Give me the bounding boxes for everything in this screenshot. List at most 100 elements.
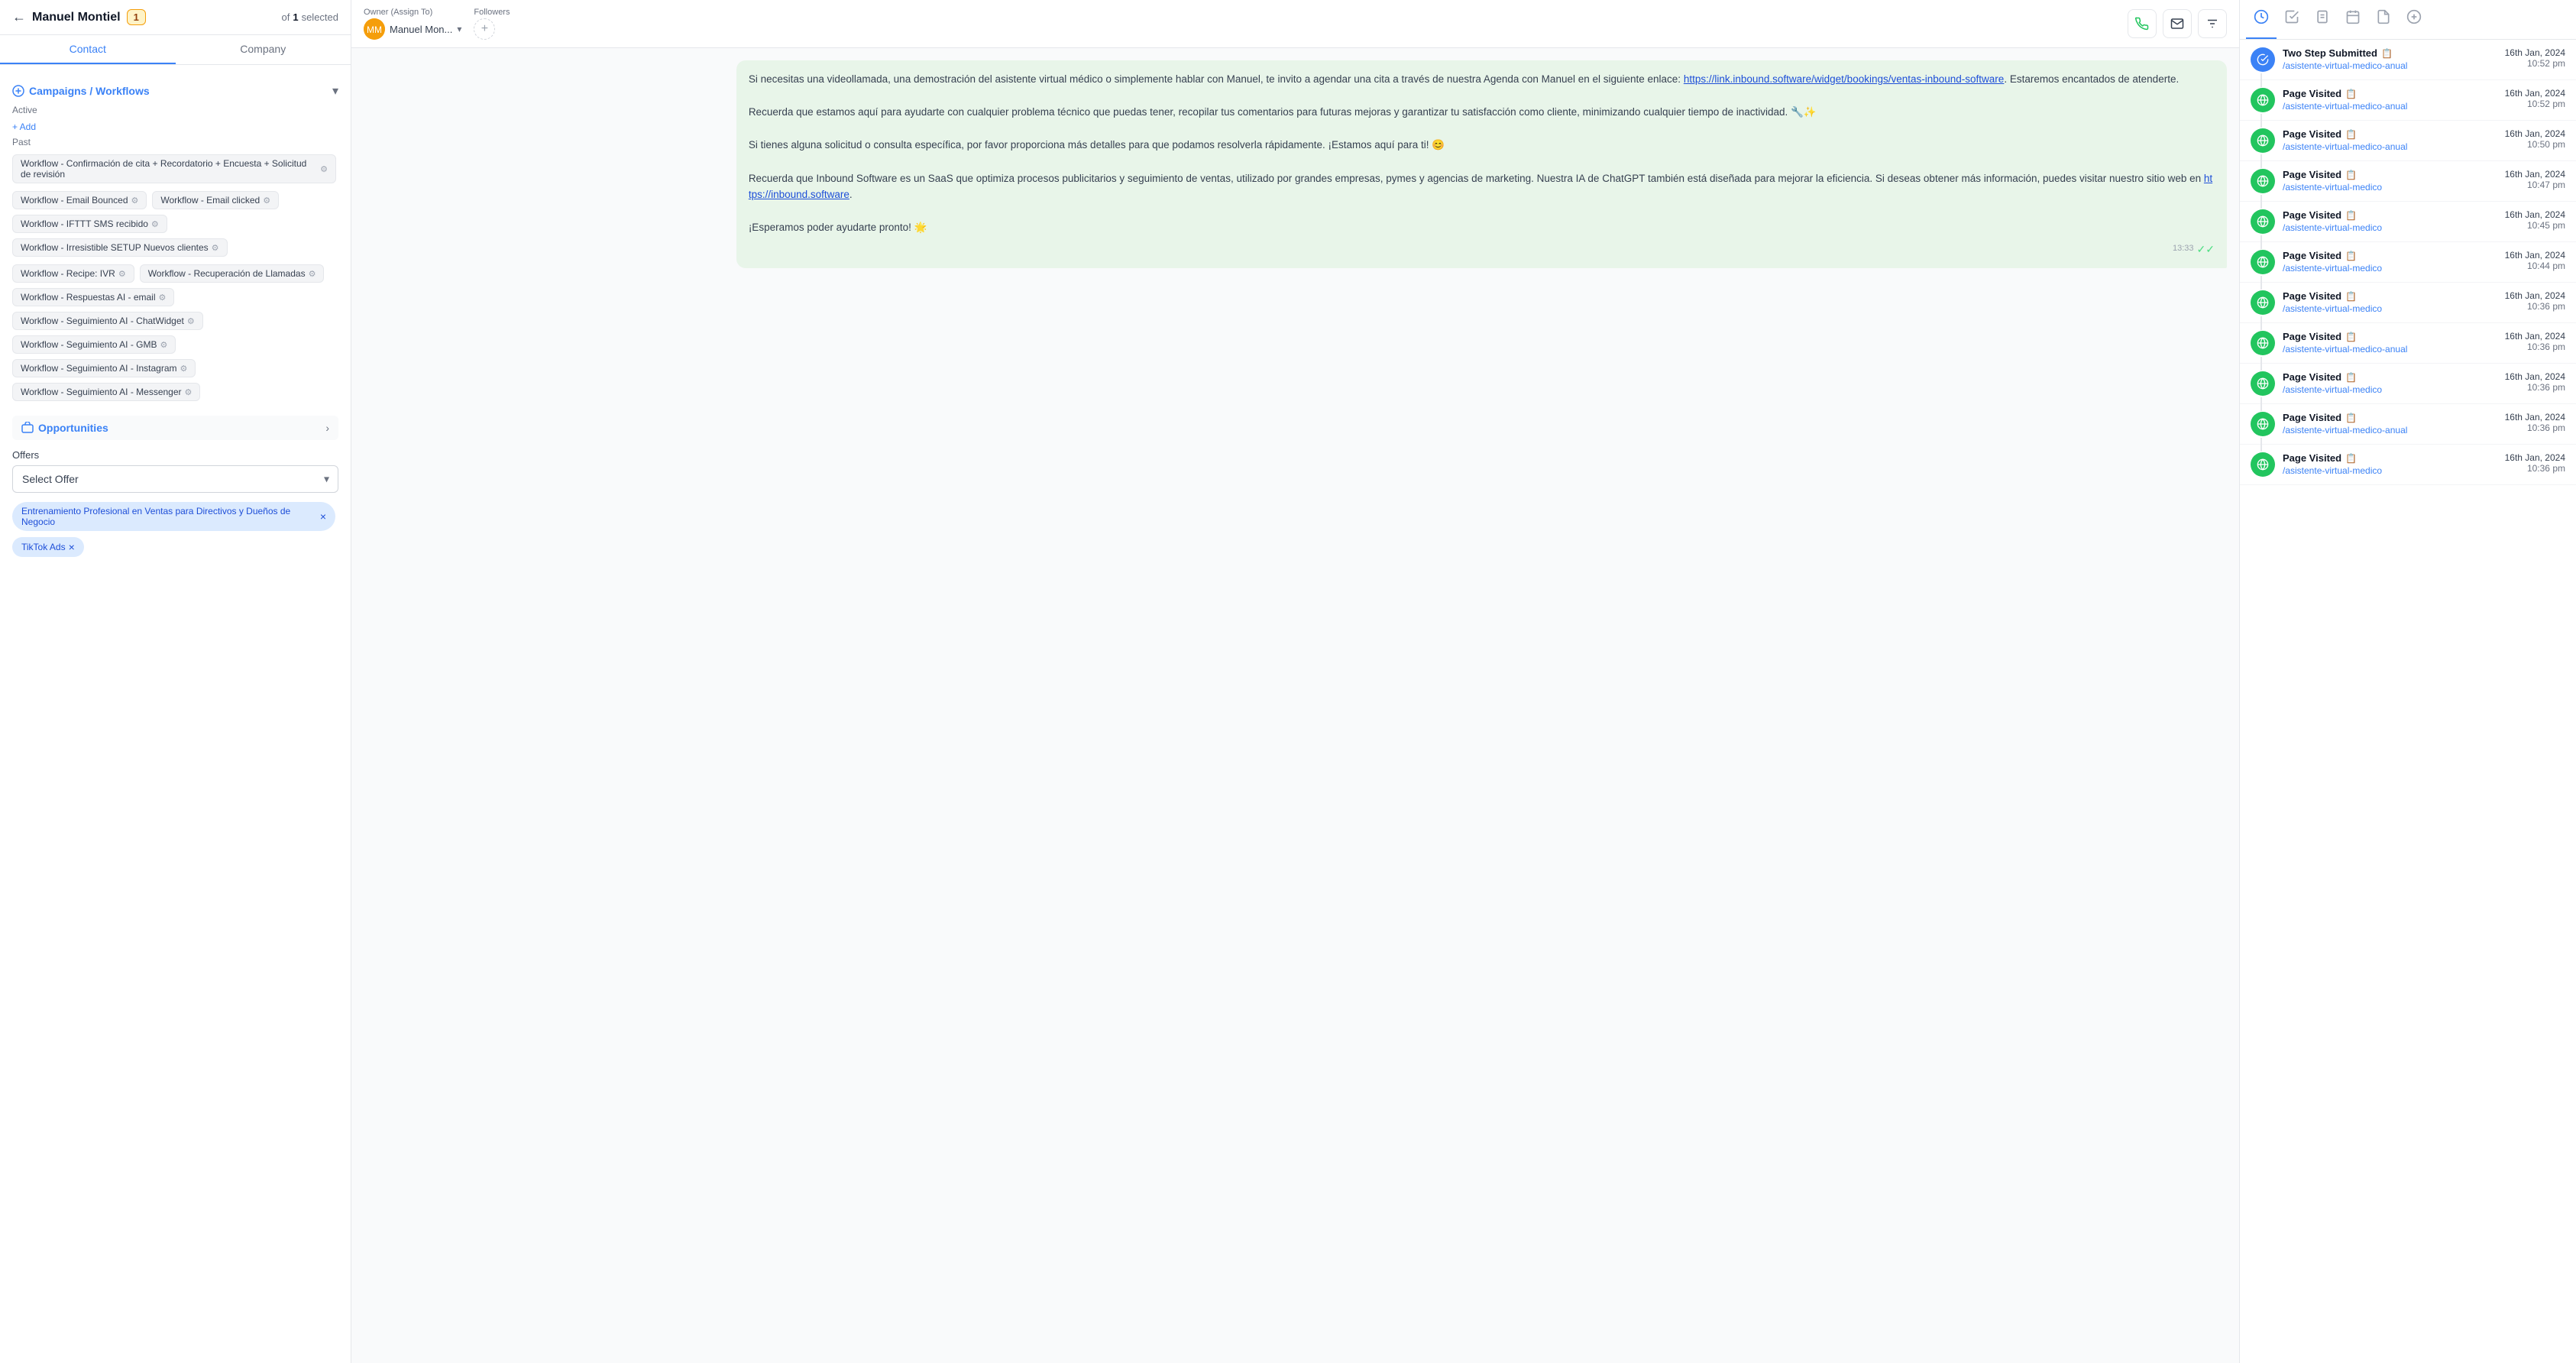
chat-para-2: Recuerda que estamos aquí para ayudarte … xyxy=(749,104,2215,121)
tab-company[interactable]: Company xyxy=(176,35,351,64)
phone-button[interactable] xyxy=(2128,9,2157,38)
chat-link-1[interactable]: https://link.inbound.software/widget/boo… xyxy=(1684,73,2005,85)
contact-name: Manuel Montiel xyxy=(32,11,121,24)
workflow-tag-7[interactable]: Workflow - Respuestas AI - email ⚙ xyxy=(12,288,174,306)
workflow-icon-1: ⚙ xyxy=(131,196,139,206)
activity-content-10: Page Visited 📋 /asistente-virtual-medico xyxy=(2283,452,2497,476)
activity-icon xyxy=(2254,9,2269,24)
workflow-icon-10: ⚙ xyxy=(180,364,188,374)
workflow-tag-4[interactable]: Workflow - Irresistible SETUP Nuevos cli… xyxy=(12,238,228,257)
opportunities-section: Opportunities › Offers Select Offer ▾ En… xyxy=(12,416,338,560)
clip-icon-8: 📋 xyxy=(2345,372,2357,383)
chat-link-2[interactable]: https://inbound.software xyxy=(749,173,2212,201)
activity-date-1: 16th Jan, 2024 xyxy=(2505,88,2565,99)
activity-link-7[interactable]: /asistente-virtual-medico-anual xyxy=(2283,344,2497,355)
activity-icon-1 xyxy=(2251,88,2275,112)
page-visited-icon xyxy=(2257,377,2269,390)
offer-tag-1: TikTok Ads × xyxy=(12,537,84,557)
owner-avatar: MM xyxy=(364,18,385,40)
activity-link-9[interactable]: /asistente-virtual-medico-anual xyxy=(2283,425,2497,435)
page-visited-icon xyxy=(2257,458,2269,471)
activity-link-10[interactable]: /asistente-virtual-medico xyxy=(2283,465,2497,476)
activity-content-4: Page Visited 📋 /asistente-virtual-medico xyxy=(2283,209,2497,233)
activity-link-8[interactable]: /asistente-virtual-medico xyxy=(2283,384,2497,395)
workflow-tag-8[interactable]: Workflow - Seguimiento AI - ChatWidget ⚙ xyxy=(12,312,203,330)
page-visited-icon xyxy=(2257,296,2269,309)
page-visited-icon xyxy=(2257,175,2269,187)
workflow-tag-5[interactable]: Workflow - Recipe: IVR ⚙ xyxy=(12,264,134,283)
opportunities-header[interactable]: Opportunities › xyxy=(12,416,338,440)
select-offer[interactable]: Select Offer xyxy=(12,465,338,493)
clip-icon-5: 📋 xyxy=(2345,251,2357,261)
tab-activity[interactable] xyxy=(2246,0,2277,39)
activity-link-6[interactable]: /asistente-virtual-medico xyxy=(2283,303,2497,314)
activity-time-8: 10:36 pm xyxy=(2505,382,2565,393)
workflow-tag-9[interactable]: Workflow - Seguimiento AI - GMB ⚙ xyxy=(12,335,176,354)
workflow-tag-2[interactable]: Workflow - Email clicked ⚙ xyxy=(152,191,279,209)
activity-time-7: 10:36 pm xyxy=(2505,342,2565,352)
workflow-tag-6[interactable]: Workflow - Recuperación de Llamadas ⚙ xyxy=(140,264,325,283)
workflow-icon-2: ⚙ xyxy=(263,196,270,206)
activity-meta-9: 16th Jan, 2024 10:36 pm xyxy=(2505,412,2565,433)
billing-icon xyxy=(2406,9,2422,24)
activity-list: Two Step Submitted 📋 /asistente-virtual-… xyxy=(2240,40,2576,1363)
tab-billing[interactable] xyxy=(2399,0,2429,39)
workflow-tag-0[interactable]: Workflow - Confirmación de cita + Record… xyxy=(12,154,336,183)
tab-contact[interactable]: Contact xyxy=(0,35,176,64)
activity-item-3: Page Visited 📋 /asistente-virtual-medico… xyxy=(2240,161,2576,202)
remove-offer-0[interactable]: × xyxy=(320,510,326,523)
workflow-tag-1[interactable]: Workflow - Email Bounced ⚙ xyxy=(12,191,147,209)
back-button[interactable]: ← xyxy=(12,9,26,25)
workflow-icon-5: ⚙ xyxy=(118,269,126,279)
campaigns-toggle[interactable]: ▾ xyxy=(332,83,338,99)
select-offer-wrapper: Select Offer ▾ xyxy=(12,465,338,493)
activity-link-3[interactable]: /asistente-virtual-medico xyxy=(2283,182,2497,193)
activity-time-3: 10:47 pm xyxy=(2505,180,2565,190)
activity-title-8: Page Visited 📋 xyxy=(2283,371,2497,383)
active-label: Active xyxy=(12,105,338,115)
activity-link-1[interactable]: /asistente-virtual-medico-anual xyxy=(2283,101,2497,112)
activity-icon-4 xyxy=(2251,209,2275,234)
activity-icon-8 xyxy=(2251,371,2275,396)
tab-documents[interactable] xyxy=(2368,0,2399,39)
add-campaign-button[interactable]: + Add xyxy=(12,120,36,134)
tab-appointments[interactable] xyxy=(2338,0,2368,39)
tab-notes[interactable] xyxy=(2307,0,2338,39)
activity-title-6: Page Visited 📋 xyxy=(2283,290,2497,302)
activity-meta-1: 16th Jan, 2024 10:52 pm xyxy=(2505,88,2565,109)
activity-link-4[interactable]: /asistente-virtual-medico xyxy=(2283,222,2497,233)
activity-link-2[interactable]: /asistente-virtual-medico-anual xyxy=(2283,141,2497,152)
contact-tabs: Contact Company xyxy=(0,35,351,65)
email-button[interactable] xyxy=(2163,9,2192,38)
selection-info: of 1 selected xyxy=(282,11,339,23)
activity-item-4: Page Visited 📋 /asistente-virtual-medico… xyxy=(2240,202,2576,242)
activity-item-8: Page Visited 📋 /asistente-virtual-medico… xyxy=(2240,364,2576,404)
chat-para-4: Recuerda que Inbound Software es un SaaS… xyxy=(749,170,2215,203)
filter-button[interactable] xyxy=(2198,9,2227,38)
activity-tabs xyxy=(2240,0,2576,40)
contact-badge: 1 xyxy=(127,9,146,25)
chat-message-container: Si necesitas una videollamada, una demos… xyxy=(364,60,2227,268)
add-follower-button[interactable]: + xyxy=(474,18,495,40)
followers-label: Followers xyxy=(474,8,510,17)
opportunities-title: Opportunities xyxy=(21,422,108,434)
activity-title-5: Page Visited 📋 xyxy=(2283,250,2497,261)
workflow-tag-10[interactable]: Workflow - Seguimiento AI - Instagram ⚙ xyxy=(12,359,196,377)
activity-content-0: Two Step Submitted 📋 /asistente-virtual-… xyxy=(2283,47,2497,71)
offers-label: Offers xyxy=(12,449,338,461)
chat-panel: Owner (Assign To) MM Manuel Mon... ▾ Fol… xyxy=(351,0,2240,1363)
owner-select[interactable]: MM Manuel Mon... ▾ xyxy=(364,18,461,40)
tab-tasks[interactable] xyxy=(2277,0,2307,39)
activity-meta-4: 16th Jan, 2024 10:45 pm xyxy=(2505,209,2565,231)
workflow-tag-3[interactable]: Workflow - IFTTT SMS recibido ⚙ xyxy=(12,215,167,233)
activity-link-5[interactable]: /asistente-virtual-medico xyxy=(2283,263,2497,274)
email-icon xyxy=(2170,17,2184,31)
clip-icon-9: 📋 xyxy=(2345,413,2357,423)
activity-link-0[interactable]: /asistente-virtual-medico-anual xyxy=(2283,60,2497,71)
remove-offer-1[interactable]: × xyxy=(69,541,75,553)
workflow-icon-8: ⚙ xyxy=(187,316,195,326)
workflow-tag-11[interactable]: Workflow - Seguimiento AI - Messenger ⚙ xyxy=(12,383,200,401)
activity-icon-2 xyxy=(2251,128,2275,153)
activity-icon-3 xyxy=(2251,169,2275,193)
activity-time-4: 10:45 pm xyxy=(2505,220,2565,231)
